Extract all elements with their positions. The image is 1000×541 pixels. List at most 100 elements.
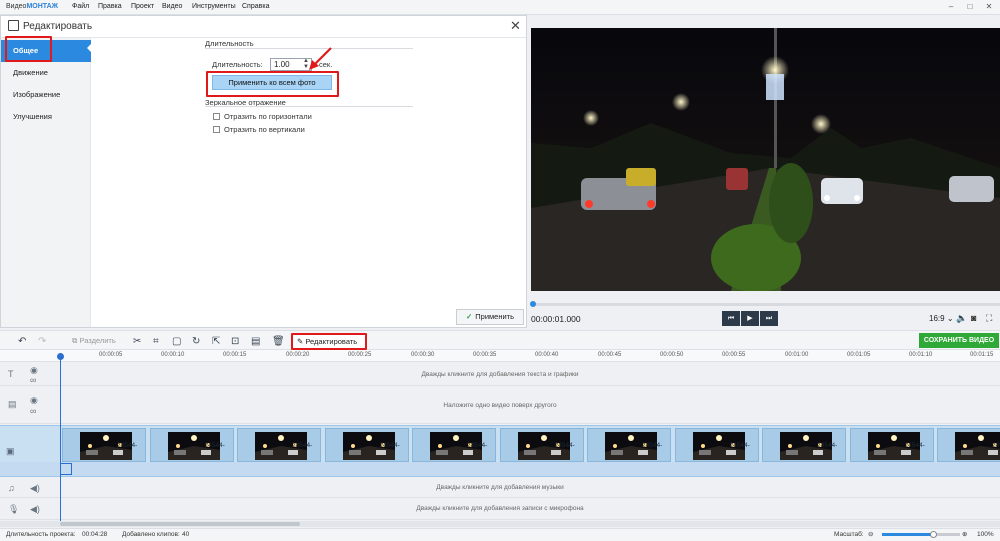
playhead[interactable] — [60, 354, 61, 521]
video-clip[interactable]: 24544- — [849, 428, 934, 462]
video-clip[interactable]: 24544- — [237, 428, 321, 462]
video-camera-icon: ▣ — [6, 446, 15, 456]
menu-help[interactable]: Справка — [242, 3, 269, 10]
edit-sidebar: Общее Движение Изображение Улучшения — [1, 38, 91, 327]
timeline-ruler[interactable]: 00:00:05 00:00:10 00:00:15 00:00:20 00:0… — [0, 350, 1000, 362]
clip-label: 24544- — [817, 442, 838, 449]
timeline-scrollbar[interactable] — [0, 521, 1000, 527]
undo-icon[interactable]: ↶ — [18, 336, 26, 347]
crop-icon[interactable]: ⌗ — [153, 336, 159, 347]
tick-label: 00:00:45 — [598, 352, 622, 358]
progress-handle[interactable] — [530, 301, 536, 307]
overlay-track[interactable]: ▤ ◉ ∞ Наложите одно видео поверх другого — [0, 387, 1000, 424]
sidebar-item-motion[interactable]: Движение — [1, 62, 91, 84]
transition-slot[interactable] — [60, 463, 72, 475]
prev-frame-button[interactable]: ⏮ — [722, 311, 740, 326]
project-duration-value: 00:04:28 — [82, 531, 108, 538]
tick-label: 00:00:15 — [223, 352, 247, 358]
video-clip[interactable]: 24544- — [587, 428, 671, 462]
video-clip[interactable]: 24544- — [762, 428, 846, 462]
zoom-value: 100% — [977, 531, 994, 538]
frame-icon[interactable]: ▢ — [172, 336, 181, 347]
trash-icon[interactable]: 🗑 — [272, 336, 285, 347]
minimize-icon[interactable]: – — [944, 2, 958, 11]
menu-edit[interactable]: Правка — [98, 3, 122, 10]
edit-button[interactable]: ✎ Редактировать — [291, 333, 367, 350]
duration-section-title: Длительность — [205, 39, 254, 48]
project-duration-label: Длительность проекта: — [6, 531, 76, 538]
music-track-hint: Дважды кликните для добавления музыки — [436, 484, 564, 491]
tick-label: 00:00:20 — [286, 352, 310, 358]
text-track[interactable]: T ◉ ∞ Дважды кликните для добавления тек… — [0, 363, 1000, 386]
fullscreen-icon[interactable]: ⛶ — [986, 313, 992, 324]
close-icon[interactable]: ✕ — [510, 18, 521, 34]
camera-icon[interactable]: ◙ — [971, 313, 976, 323]
night-road-scene — [531, 28, 1000, 291]
maximize-icon[interactable]: □ — [963, 2, 977, 11]
aspect-ratio-select[interactable]: 16:9 ⌄ — [929, 314, 954, 323]
save-video-button[interactable]: СОХРАНИТЬ ВИДЕО — [919, 333, 999, 348]
scrollbar-thumb[interactable] — [60, 522, 300, 526]
text-track-hint: Дважды кликните для добавления текста и … — [421, 371, 579, 378]
clip-label: 24544- — [204, 442, 225, 449]
apply-button[interactable]: ✓ Применить — [456, 309, 524, 325]
sidebar-item-enhancements[interactable]: Улучшения — [1, 106, 91, 128]
cut-icon[interactable]: ✂ — [133, 336, 141, 347]
video-clip[interactable]: 24544- — [499, 428, 584, 462]
menu-file[interactable]: Файл — [72, 3, 89, 10]
video-preview[interactable] — [531, 28, 1000, 291]
video-clip[interactable]: 24544- — [412, 428, 496, 462]
redo-icon[interactable]: ↷ — [38, 336, 46, 347]
clipboard-icon[interactable]: ▤ — [251, 336, 260, 347]
apply-to-all-button[interactable]: Применить ко всем фото — [212, 75, 332, 90]
active-pointer — [87, 43, 92, 53]
check-icon: ✓ — [465, 312, 473, 321]
clips-added-label: Добавлено клипов: — [122, 531, 180, 538]
sidebar-item-image[interactable]: Изображение — [1, 84, 91, 106]
video-clip[interactable]: 24544- — [674, 428, 759, 462]
highlight-frame — [5, 36, 52, 62]
play-icon: ▶ — [747, 315, 753, 322]
menu-video[interactable]: Видео — [162, 3, 182, 10]
close-window-icon[interactable]: ✕ — [982, 2, 996, 11]
export-icon[interactable]: ⇱ — [212, 336, 220, 347]
tick-label: 00:00:05 — [99, 352, 123, 358]
playback-progress[interactable] — [531, 303, 1000, 306]
zoom-slider-handle[interactable] — [930, 531, 937, 538]
menu-project[interactable]: Проект — [131, 3, 154, 10]
tick-label: 00:00:55 — [722, 352, 746, 358]
video-clip[interactable]: 24544- — [62, 428, 146, 462]
clips-added-value: 40 — [182, 531, 190, 538]
skip-back-icon: ⏮ — [727, 315, 735, 322]
video-clip[interactable]: 24544- — [324, 428, 409, 462]
menu-tools[interactable]: Инструменты — [192, 3, 236, 10]
mirror-h-checkbox[interactable] — [213, 113, 220, 120]
clip-label: 24544- — [992, 442, 1000, 449]
tick-label: 00:00:50 — [660, 352, 684, 358]
title-bar: ВидеоМОНТАЖ Файл Правка Проект Видео Инс… — [0, 0, 1000, 15]
mirror-v-checkbox[interactable] — [213, 126, 220, 133]
tick-label: 00:00:40 — [535, 352, 559, 358]
rotate-icon[interactable]: ↻ — [192, 336, 200, 347]
zoom-out-icon[interactable]: ⊖ — [868, 530, 873, 538]
edit-icon — [8, 20, 19, 31]
play-button[interactable]: ▶ — [741, 311, 759, 326]
red-arrow-icon — [309, 47, 332, 70]
mic-track[interactable]: 🎙 ◀) Дважды кликните для добавления запи… — [0, 499, 1000, 520]
tick-label: 00:00:10 — [161, 352, 185, 358]
split-button[interactable]: ⧉ Разделить — [72, 336, 116, 346]
video-clip[interactable]: 24544- — [149, 428, 234, 462]
next-frame-button[interactable]: ⏭ — [760, 311, 778, 326]
video-subtrack[interactable] — [0, 462, 1000, 477]
stabilize-icon[interactable]: ⊡ — [231, 336, 239, 347]
playhead-handle[interactable] — [57, 353, 64, 360]
status-bar: Длительность проекта: 00:04:28 Добавлено… — [0, 528, 1000, 541]
skip-forward-icon: ⏭ — [765, 315, 773, 322]
volume-icon[interactable]: 🔈 — [956, 313, 967, 324]
clip-label: 24544- — [292, 442, 313, 449]
zoom-in-icon[interactable]: ⊕ — [962, 530, 967, 538]
edit-panel-title: Редактировать — [23, 21, 93, 32]
video-clip[interactable]: 24544- — [937, 428, 1000, 462]
music-track[interactable]: ♫ ◀) Дважды кликните для добавления музы… — [0, 478, 1000, 498]
clip-label: 24544- — [904, 442, 925, 449]
